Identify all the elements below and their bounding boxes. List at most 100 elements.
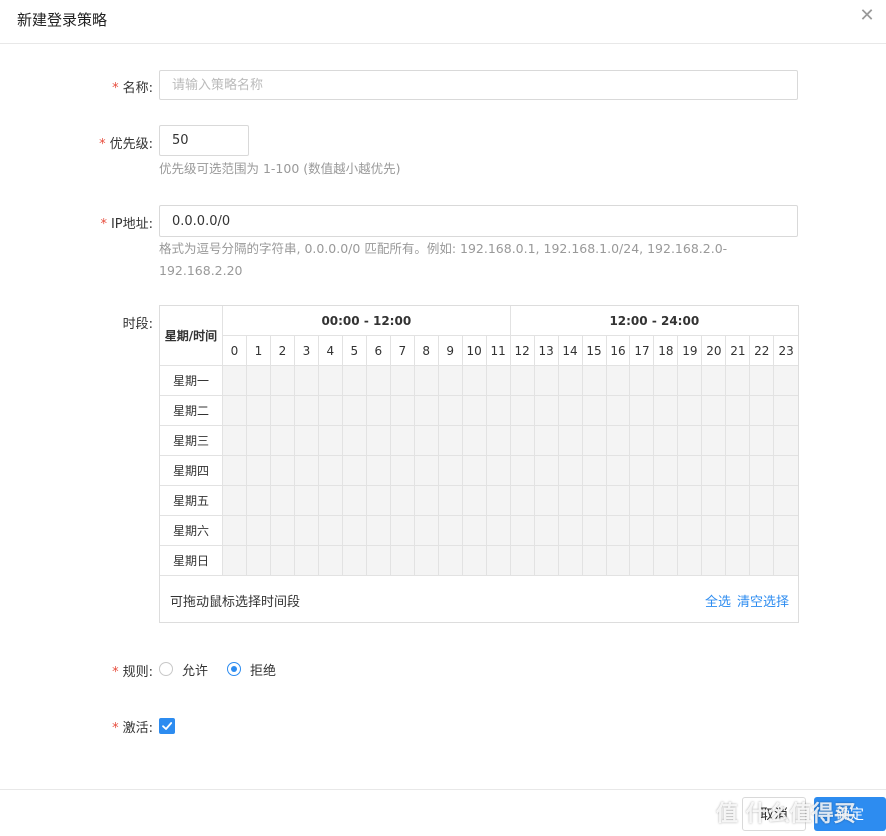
time-slot[interactable] — [725, 545, 751, 576]
time-slot[interactable] — [245, 395, 271, 426]
time-slot[interactable] — [773, 545, 798, 576]
time-slot[interactable] — [701, 425, 727, 456]
time-slot[interactable] — [749, 425, 775, 456]
time-slot[interactable] — [629, 455, 655, 486]
time-slot[interactable] — [725, 515, 751, 546]
time-slot[interactable] — [749, 545, 775, 576]
time-slot[interactable] — [437, 425, 463, 456]
time-slot[interactable] — [293, 425, 319, 456]
time-slot[interactable] — [341, 455, 367, 486]
time-slot[interactable] — [557, 425, 583, 456]
time-slot[interactable] — [653, 545, 679, 576]
time-slot[interactable] — [557, 545, 583, 576]
time-slot[interactable] — [317, 545, 343, 576]
time-slot[interactable] — [533, 545, 559, 576]
time-slot[interactable] — [365, 545, 391, 576]
time-slot[interactable] — [317, 425, 343, 456]
time-slot[interactable] — [365, 395, 391, 426]
time-slot[interactable] — [509, 485, 535, 516]
time-slot[interactable] — [701, 455, 727, 486]
time-slot[interactable] — [413, 485, 439, 516]
time-slot[interactable] — [629, 515, 655, 546]
time-slot[interactable] — [749, 395, 775, 426]
time-slot[interactable] — [581, 515, 607, 546]
time-slot[interactable] — [245, 485, 271, 516]
time-slot[interactable] — [365, 365, 391, 396]
time-slot[interactable] — [581, 365, 607, 396]
time-slot[interactable] — [605, 545, 631, 576]
time-slot[interactable] — [389, 455, 415, 486]
time-slot[interactable] — [245, 365, 271, 396]
time-slot[interactable] — [389, 485, 415, 516]
time-slot[interactable] — [293, 545, 319, 576]
time-slot[interactable] — [245, 545, 271, 576]
time-slot[interactable] — [222, 395, 247, 426]
time-slot[interactable] — [677, 515, 703, 546]
time-slot[interactable] — [533, 515, 559, 546]
time-slot[interactable] — [773, 425, 798, 456]
time-slot[interactable] — [245, 455, 271, 486]
time-slot[interactable] — [701, 365, 727, 396]
time-slot[interactable] — [749, 455, 775, 486]
time-slot[interactable] — [413, 545, 439, 576]
time-slot[interactable] — [581, 485, 607, 516]
time-slot[interactable] — [677, 395, 703, 426]
time-slot[interactable] — [317, 455, 343, 486]
time-slot[interactable] — [557, 455, 583, 486]
time-slot[interactable] — [629, 545, 655, 576]
time-slot[interactable] — [533, 485, 559, 516]
time-slot[interactable] — [629, 425, 655, 456]
time-slot[interactable] — [293, 485, 319, 516]
select-all-link[interactable]: 全选 — [705, 595, 731, 610]
time-slot[interactable] — [461, 425, 487, 456]
time-slot[interactable] — [222, 425, 247, 456]
time-slot[interactable] — [389, 395, 415, 426]
time-slot[interactable] — [222, 485, 247, 516]
time-slot[interactable] — [773, 365, 798, 396]
time-slot[interactable] — [437, 455, 463, 486]
active-checkbox[interactable] — [159, 718, 175, 734]
time-slot[interactable] — [437, 545, 463, 576]
time-slot[interactable] — [581, 425, 607, 456]
time-slot[interactable] — [269, 455, 295, 486]
time-slot[interactable] — [533, 455, 559, 486]
time-slot[interactable] — [485, 455, 511, 486]
time-slot[interactable] — [437, 365, 463, 396]
time-slot[interactable] — [269, 395, 295, 426]
time-slot[interactable] — [461, 365, 487, 396]
close-icon[interactable]: ✕ — [858, 6, 876, 26]
time-slot[interactable] — [269, 545, 295, 576]
time-slot[interactable] — [485, 395, 511, 426]
time-slot[interactable] — [653, 515, 679, 546]
time-slot[interactable] — [413, 395, 439, 426]
time-slot[interactable] — [605, 395, 631, 426]
time-slot[interactable] — [245, 515, 271, 546]
time-slot[interactable] — [653, 425, 679, 456]
time-slot[interactable] — [413, 515, 439, 546]
time-slot[interactable] — [485, 515, 511, 546]
time-slot[interactable] — [677, 545, 703, 576]
time-slot[interactable] — [533, 365, 559, 396]
time-slot[interactable] — [653, 455, 679, 486]
time-slot[interactable] — [413, 455, 439, 486]
time-slot[interactable] — [629, 365, 655, 396]
ip-input[interactable] — [159, 205, 798, 237]
time-slot[interactable] — [461, 455, 487, 486]
time-slot[interactable] — [557, 395, 583, 426]
time-slot[interactable] — [461, 485, 487, 516]
time-slot[interactable] — [749, 365, 775, 396]
time-slot[interactable] — [605, 515, 631, 546]
time-slot[interactable] — [437, 515, 463, 546]
time-slot[interactable] — [749, 515, 775, 546]
time-slot[interactable] — [269, 425, 295, 456]
time-slot[interactable] — [677, 485, 703, 516]
time-slot[interactable] — [341, 425, 367, 456]
time-slot[interactable] — [653, 485, 679, 516]
time-slot[interactable] — [533, 425, 559, 456]
time-slot[interactable] — [725, 395, 751, 426]
time-slot[interactable] — [701, 395, 727, 426]
ok-button[interactable]: 确定 — [814, 797, 886, 831]
time-slot[interactable] — [365, 515, 391, 546]
time-slot[interactable] — [222, 515, 247, 546]
time-slot[interactable] — [389, 515, 415, 546]
